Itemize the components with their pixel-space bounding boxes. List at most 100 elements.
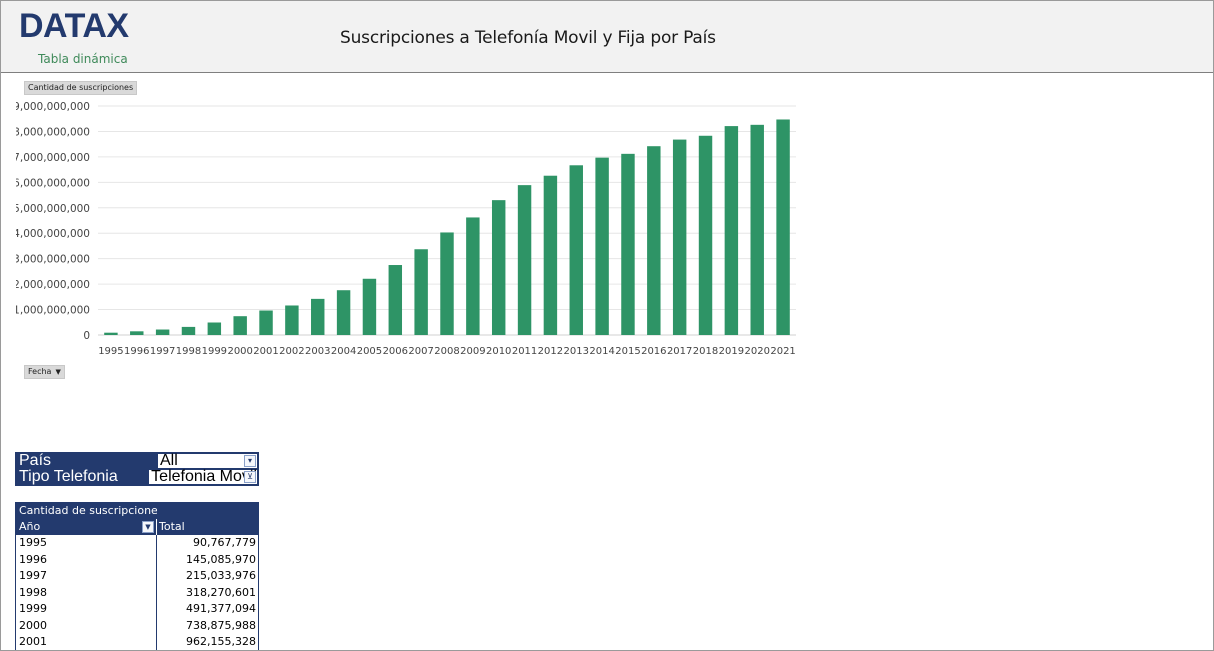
bar[interactable] [362,278,377,335]
x-tick-label: 2003 [305,346,330,357]
bar[interactable] [130,331,144,335]
x-tick-label: 1995 [98,346,123,357]
x-tick-label: 2020 [744,346,769,357]
x-tick-label: 2011 [512,346,537,357]
x-tick-label: 2012 [538,346,563,357]
filter-label-pais: País [16,453,157,469]
y-tick-label: 6,000,000,000 [16,177,90,189]
table-row[interactable]: 2000 738,875,988 [16,617,258,634]
y-tick-label: 0 [83,330,90,342]
axis-field-button[interactable]: Fecha ▼ [24,365,65,379]
bar[interactable] [517,185,532,335]
table-row[interactable]: 1996 145,085,970 [16,551,258,568]
filter-applied-icon[interactable]: ⊻ [244,471,256,483]
year-cell: 1995 [16,535,157,552]
value-field-button[interactable]: Cantidad de suscripciones [24,81,138,95]
chevron-down-icon: ▼ [55,368,61,376]
pivot-row-header-label: Año [19,520,41,533]
bar[interactable] [543,175,558,335]
year-cell: 1997 [16,568,157,585]
table-row[interactable]: 1998 318,270,601 [16,584,258,601]
pivot-value-header: Cantidad de suscripciones [16,503,164,519]
bar[interactable] [336,290,351,335]
bar[interactable] [388,265,403,335]
x-tick-label: 2016 [641,346,666,357]
bar[interactable] [155,329,170,335]
table-row[interactable]: 2001 962,155,328 [16,634,258,650]
bar-chart-svg: 0 1,000,000,000 2,000,000,000 3,000,000,000… [16,101,796,357]
filter-value-tipo-text: Telefonia Movil [151,468,257,485]
bar[interactable] [569,165,583,335]
x-tick-label: 2008 [434,346,459,357]
logo-subtitle: Tabla dinámica [38,52,128,66]
bar[interactable] [285,305,299,335]
bar[interactable] [414,249,428,335]
x-tick-label: 2015 [615,346,640,357]
table-row[interactable]: 1997 215,033,976 [16,568,258,585]
x-tick-label: 2005 [357,346,382,357]
filter-value-tipo[interactable]: Telefonia Movil ⊻ [148,469,258,485]
total-cell: 491,377,094 [186,602,256,615]
x-tick-label: 1996 [124,346,149,357]
bar[interactable] [259,310,273,335]
bar[interactable] [181,326,196,335]
filter-row-tipo: Tipo Telefonia Telefonia Movil ⊻ [16,469,258,485]
bar[interactable] [491,200,506,335]
pivot-value-header-row: Cantidad de suscripciones [16,503,258,519]
x-tick-label: 2017 [667,346,692,357]
bar[interactable] [724,126,739,336]
pivot-column-header-row: Año ▼ Total [16,519,258,535]
bar[interactable] [595,157,609,335]
axis-field-label: Fecha [28,367,52,376]
x-tick-label: 2006 [383,346,408,357]
dropdown-icon[interactable]: ▾ [244,455,256,467]
filter-value-pais[interactable]: All ▾ [157,453,258,469]
x-tick-label: 2019 [719,346,744,357]
y-tick-label: 8,000,000,000 [16,126,90,138]
x-tick-label: 2013 [564,346,589,357]
chevron-down-icon[interactable]: ▼ [142,521,154,533]
total-cell: 215,033,976 [186,569,256,582]
year-cell: 1996 [16,551,157,568]
x-tick-label: 2007 [408,346,433,357]
filter-value-pais-text: All [160,452,178,469]
x-tick-label: 2001 [253,346,278,357]
bar[interactable] [647,146,661,335]
y-tick-label: 4,000,000,000 [16,228,90,240]
x-tick-label: 2014 [589,346,614,357]
x-tick-label: 2009 [460,346,485,357]
dashboard-header: DATAX Tabla dinámica Suscripciones a Tel… [1,1,1213,73]
bar[interactable] [207,322,222,335]
year-cell: 2001 [16,634,157,650]
x-tick-label: 2004 [331,346,356,357]
datax-logo: DATAX [19,7,129,45]
filter-row-pais: País All ▾ [16,453,258,469]
spreadsheet-window: DATAX Tabla dinámica Suscripciones a Tel… [0,0,1214,651]
bar[interactable] [776,119,790,335]
bar[interactable] [311,298,325,335]
pivot-table: Cantidad de suscripciones Año ▼ Total 19… [15,502,259,650]
y-tick-label: 7,000,000,000 [16,152,90,164]
table-row[interactable]: 1995 90,767,779 [16,535,258,552]
total-cell: 738,875,988 [186,618,256,632]
bar[interactable] [466,217,480,335]
bar[interactable] [672,139,687,335]
y-tick-label: 3,000,000,000 [16,254,90,266]
value-field-label: Cantidad de suscripciones [28,83,134,92]
bar[interactable] [233,316,247,335]
total-cell: 145,085,970 [186,552,256,566]
y-tick-label: 2,000,000,000 [16,279,90,291]
bar[interactable] [750,124,764,335]
pivot-chart[interactable]: 0 1,000,000,000 2,000,000,000 3,000,000,000… [16,73,806,383]
total-cell: 962,155,328 [186,635,256,648]
pivot-row-header[interactable]: Año ▼ [16,519,157,535]
total-cell: 318,270,601 [186,585,256,599]
year-cell: 1999 [16,601,157,618]
bar[interactable] [104,332,118,335]
bar[interactable] [440,232,454,335]
bar[interactable] [621,153,635,335]
y-tick-label: 9,000,000,000 [16,101,90,113]
y-tick-label: 1,000,000,000 [16,305,90,317]
bar[interactable] [698,135,713,335]
table-row[interactable]: 1999 491,377,094 [16,601,258,618]
